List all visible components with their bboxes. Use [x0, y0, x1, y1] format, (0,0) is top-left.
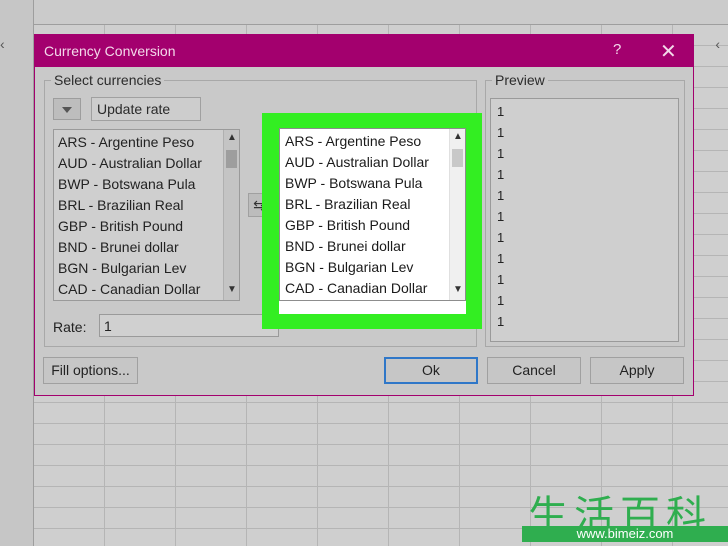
preview-value: 1	[497, 167, 505, 182]
dialog-title: Currency Conversion	[44, 43, 176, 59]
list-item[interactable]: CAD - Canadian Dollar	[58, 281, 200, 297]
scroll-thumb[interactable]	[452, 149, 463, 167]
list-item[interactable]: AUD - Australian Dollar	[285, 154, 429, 170]
cancel-button[interactable]: Cancel	[487, 357, 581, 384]
list-item[interactable]: BGN - Bulgarian Lev	[58, 260, 186, 276]
preview-value: 1	[497, 188, 505, 203]
preview-value: 1	[497, 251, 505, 266]
list-item[interactable]: BRL - Brazilian Real	[58, 197, 184, 213]
list-item[interactable]: ARS - Argentine Peso	[285, 133, 421, 149]
row-header-column	[0, 0, 34, 546]
preview-list: 1 1 1 1 1 1 1 1 1 1 1	[490, 98, 679, 342]
list-item[interactable]: BND - Brunei dollar	[285, 238, 406, 254]
list-item[interactable]: BWP - Botswana Pula	[58, 176, 195, 192]
scroll-down-icon[interactable]: ▼	[450, 284, 466, 295]
scroll-thumb[interactable]	[226, 150, 237, 168]
list-item[interactable]: BGN - Bulgarian Lev	[285, 259, 413, 275]
preview-value: 1	[497, 293, 505, 308]
list-item[interactable]: AUD - Australian Dollar	[58, 155, 202, 171]
scroll-up-icon[interactable]: ▲	[224, 132, 240, 143]
preview-label: Preview	[492, 72, 548, 88]
column-header-row	[0, 0, 728, 25]
chevron-down-icon	[62, 107, 72, 113]
currency-dropdown-button[interactable]	[53, 98, 81, 120]
close-button[interactable]: ✕	[660, 39, 677, 64]
help-button[interactable]: ?	[613, 41, 621, 58]
preview-value: 1	[497, 209, 505, 224]
preview-value: 1	[497, 146, 505, 161]
sheet-edge-mark: ‹	[0, 36, 5, 52]
list-item[interactable]: BWP - Botswana Pula	[285, 175, 422, 191]
preview-value: 1	[497, 104, 505, 119]
select-currencies-label: Select currencies	[51, 72, 165, 88]
target-list-scrollbar[interactable]: ▲ ▼	[449, 129, 465, 300]
highlighted-list-backdrop: ARS - Argentine Peso AUD - Australian Do…	[279, 128, 466, 314]
ok-button[interactable]: Ok	[384, 357, 478, 384]
list-item[interactable]: GBP - British Pound	[58, 218, 183, 234]
scroll-up-icon[interactable]: ▲	[450, 131, 466, 142]
watermark-url: www.bimeiz.com	[522, 526, 728, 542]
scroll-down-icon[interactable]: ▼	[224, 284, 240, 295]
rate-label: Rate:	[53, 319, 87, 335]
preview-value: 1	[497, 230, 505, 245]
list-item[interactable]: ARS - Argentine Peso	[58, 134, 194, 150]
list-item[interactable]: GBP - British Pound	[285, 217, 410, 233]
preview-value: 1	[497, 314, 505, 329]
highlighted-currency-list-frame: ARS - Argentine Peso AUD - Australian Do…	[262, 113, 482, 329]
source-list-scrollbar[interactable]: ▲ ▼	[223, 130, 239, 300]
source-currency-list[interactable]: ARS - Argentine Peso AUD - Australian Do…	[53, 129, 240, 301]
list-item[interactable]: BND - Brunei dollar	[58, 239, 179, 255]
preview-value: 1	[497, 272, 505, 287]
sheet-edge-mark-right: ‹	[715, 36, 720, 52]
rate-input[interactable]: 1	[99, 314, 279, 337]
target-currency-list[interactable]: ARS - Argentine Peso AUD - Australian Do…	[279, 128, 466, 301]
preview-value: 1	[497, 125, 505, 140]
update-rate-button[interactable]: Update rate	[91, 97, 201, 121]
apply-button[interactable]: Apply	[590, 357, 684, 384]
fill-options-button[interactable]: Fill options...	[43, 357, 138, 384]
watermark-logo: 生活百科 www.bimeiz.com	[522, 483, 728, 546]
list-item[interactable]: BRL - Brazilian Real	[285, 196, 411, 212]
list-item[interactable]: CAD - Canadian Dollar	[285, 280, 427, 296]
dialog-titlebar: Currency Conversion ? ✕	[35, 35, 693, 67]
